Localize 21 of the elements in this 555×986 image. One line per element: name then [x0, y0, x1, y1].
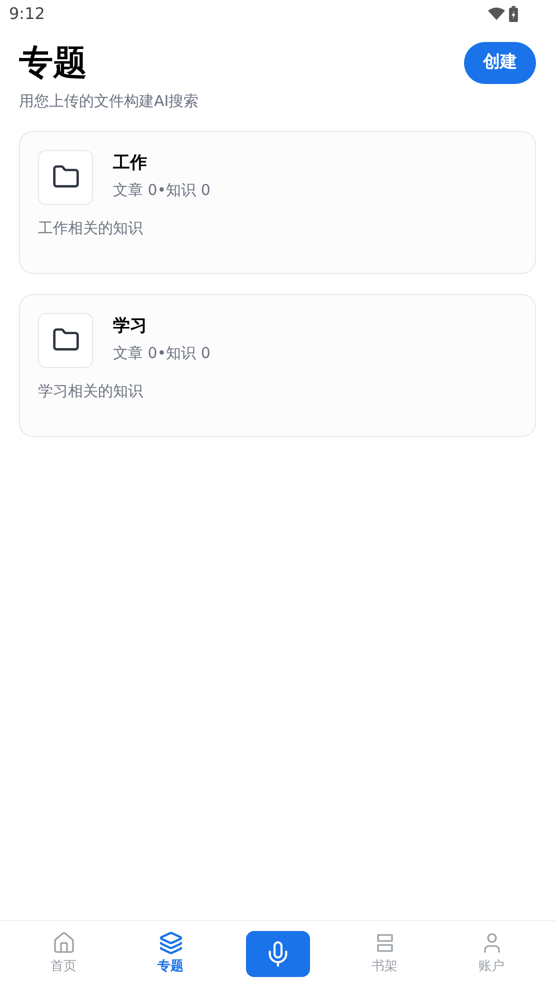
topic-name: 学习: [113, 314, 148, 338]
page-title: 专题: [19, 42, 88, 84]
layers-icon: [158, 930, 182, 955]
nav-tab[interactable]: 专题: [138, 930, 202, 976]
status-time: 9:12: [9, 3, 45, 25]
nav-tab[interactable]: 首页: [32, 930, 96, 976]
page-subtitle: 用您上传的文件构建AI搜索: [19, 91, 199, 112]
battery-icon: [509, 6, 518, 22]
topic-stats: 文章 0•知识 0: [113, 180, 210, 200]
topic-card[interactable]: 工作 文章 0•知识 0 工作相关的知识: [19, 130, 536, 274]
topic-stats: 文章 0•知识 0: [113, 342, 210, 364]
microphone-button[interactable]: [246, 930, 310, 976]
topic-card[interactable]: 学习 文章 0•知识 0 学习相关的知识: [19, 294, 536, 436]
wifi-icon: [488, 7, 505, 21]
topic-description: 学习相关的知识: [38, 380, 144, 402]
home-icon: [52, 930, 76, 955]
topic-description: 工作相关的知识: [38, 218, 144, 238]
nav-tab[interactable]: 账户: [460, 930, 524, 976]
nav-tab[interactable]: 书架: [352, 930, 416, 976]
topic-name: 工作: [113, 152, 148, 174]
create-button[interactable]: 创建: [464, 42, 536, 84]
